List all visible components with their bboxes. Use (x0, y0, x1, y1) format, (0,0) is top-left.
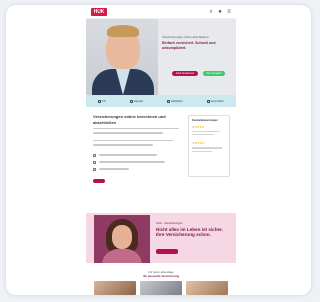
category-haftpflicht[interactable]: Haftpflicht (167, 99, 183, 103)
brand-logo[interactable]: HUK (91, 8, 107, 16)
promo-banner: HUK – Versicherungen Nicht alles im Lebe… (86, 213, 236, 263)
text-line (99, 161, 165, 163)
category-bar: Kfz Hausrat Haftpflicht Gesundheit (86, 95, 236, 107)
search-icon[interactable]: ⌕ (208, 9, 214, 15)
rating-stars: ★★★★★ (192, 125, 204, 129)
text-line (93, 128, 179, 130)
image-tile[interactable] (186, 281, 228, 295)
check-icon (93, 153, 96, 157)
category-label: Kfz (102, 99, 106, 103)
text-line (93, 144, 153, 146)
hero-person-hair (107, 25, 139, 37)
image-tile[interactable] (140, 281, 182, 295)
image-tiles (94, 281, 228, 295)
check-icon (93, 160, 96, 164)
website-page: HUK ⌕ ● ≡ Versicherungen online abschlie… (86, 5, 236, 295)
image-tile[interactable] (94, 281, 136, 295)
category-label: Haftpflicht (171, 99, 183, 103)
home-icon (129, 99, 133, 103)
site-header: HUK ⌕ ● ≡ (86, 5, 236, 19)
shield-icon (167, 99, 171, 103)
rating-box: Kundenbewertungen ★★★★★ ★★★★★ (188, 115, 230, 177)
section-heading-emphasis: die passende Versicherung (142, 273, 180, 278)
car-icon (98, 99, 102, 103)
menu-icon[interactable]: ≡ (226, 9, 232, 15)
category-gesundheit[interactable]: Gesundheit (206, 99, 224, 103)
list-item (93, 153, 183, 157)
intro-title: Versicherungen online berechnen und absc… (93, 114, 166, 125)
rating-stars: ★★★★★ (192, 141, 204, 146)
text-line (192, 150, 212, 152)
promo-cta-button[interactable] (156, 249, 178, 254)
promo-photo (94, 215, 150, 263)
text-line (192, 147, 222, 149)
hero-banner: Versicherungen online abschließen Einfac… (86, 19, 236, 95)
text-line (192, 131, 220, 133)
promo-eyebrow: HUK – Versicherungen (156, 222, 183, 225)
text-line (192, 134, 214, 136)
intro-cta-button[interactable] (93, 178, 105, 183)
category-label: Hausrat (133, 99, 143, 103)
check-icon (93, 167, 96, 171)
promo-person-face (112, 225, 132, 249)
promo-title: Nicht alles im Leben ist sicher. Ihre Ve… (156, 227, 223, 238)
heart-icon (206, 99, 210, 103)
category-label: Gesundheit (210, 99, 224, 103)
text-line (99, 154, 157, 156)
promo-person-body (102, 249, 142, 263)
rating-box-title: Kundenbewertungen (192, 119, 218, 122)
text-line (93, 132, 163, 134)
text-line (99, 168, 129, 170)
list-item (93, 167, 183, 171)
text-line (93, 139, 173, 142)
category-kfz[interactable]: Kfz (98, 99, 106, 103)
section-heading: Für jede Lebenslage die passende Versich… (86, 270, 236, 278)
hero-title: Einfach versichert. Schnell und unkompli… (162, 41, 216, 50)
list-item (93, 160, 183, 164)
hero-primary-button[interactable]: Jetzt berechnen (172, 71, 198, 76)
intro-section: Versicherungen online berechnen und absc… (93, 114, 183, 183)
category-hausrat[interactable]: Hausrat (129, 99, 143, 103)
hero-photo (86, 19, 158, 95)
hero-secondary-button[interactable]: Zum Angebot (203, 71, 225, 76)
hero-text: Versicherungen online abschließen Einfac… (162, 35, 232, 50)
user-icon[interactable]: ● (217, 9, 223, 15)
hero-eyebrow: Versicherungen online abschließen (162, 35, 209, 39)
